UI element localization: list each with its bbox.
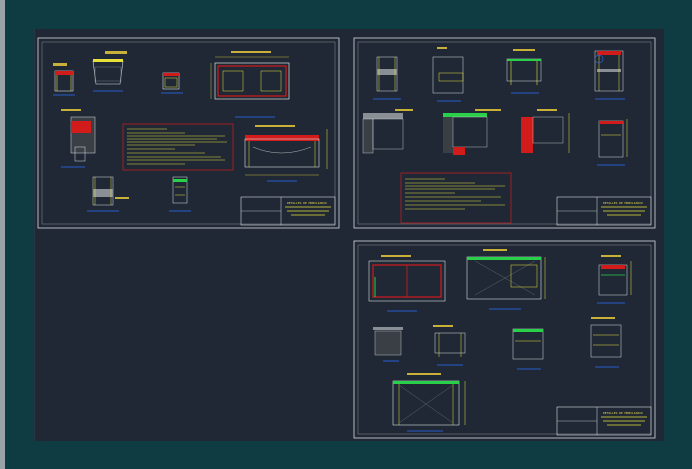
title-block-2-title: DETALLES DE MOBILIARIO bbox=[603, 201, 643, 205]
detail-frame-elevation-3 bbox=[392, 373, 466, 432]
detail-cabinet-small bbox=[161, 72, 183, 94]
detail-sink-section bbox=[92, 51, 127, 92]
detail-table-section bbox=[244, 125, 328, 182]
detail-wall-section bbox=[61, 109, 96, 168]
specification-notes-box-2 bbox=[400, 172, 512, 224]
title-block-sheet-3: DETALLES DE MOBILIARIO bbox=[556, 406, 652, 436]
detail-chair-front bbox=[373, 56, 401, 100]
layout-sheet-2[interactable]: DETALLES DE MOBILIARIO bbox=[353, 37, 656, 229]
detail-shelf-elevation bbox=[169, 176, 191, 212]
specification-notes-box bbox=[122, 123, 234, 171]
window-left-edge bbox=[0, 0, 5, 469]
cad-model-viewport[interactable]: DETALLES DE MOBILIARIO DETALLES DE MOBIL… bbox=[34, 29, 664, 441]
detail-chair-elevation bbox=[53, 63, 75, 96]
title-block-sheet-1: DETALLES DE MOBILIARIO bbox=[240, 196, 336, 226]
detail-cabinet-elevation-3 bbox=[466, 249, 546, 310]
detail-counter-plan-3 bbox=[368, 255, 446, 312]
detail-section-a3 bbox=[373, 327, 403, 362]
detail-desk-elevation bbox=[506, 49, 542, 94]
detail-wall-section-c bbox=[521, 109, 570, 153]
detail-rack-3 bbox=[590, 317, 622, 368]
detail-shelf-unit-3 bbox=[597, 255, 632, 304]
detail-counter-plan bbox=[210, 51, 290, 118]
title-block-sheet-2: DETALLES DE MOBILIARIO bbox=[556, 196, 652, 226]
detail-bunk-elevation bbox=[594, 50, 625, 100]
detail-cabinet-side bbox=[597, 119, 628, 166]
detail-stool-elevation bbox=[87, 176, 129, 212]
drawing-canvas[interactable]: DETALLES DE MOBILIARIO DETALLES DE MOBIL… bbox=[35, 29, 664, 441]
detail-chair-side bbox=[432, 47, 464, 102]
layout-sheet-3[interactable]: DETALLES DE MOBILIARIO bbox=[353, 240, 656, 439]
layout-sheet-1[interactable]: DETALLES DE MOBILIARIO bbox=[37, 37, 340, 229]
detail-cabinet-3 bbox=[512, 328, 544, 370]
detail-wall-section-a bbox=[362, 109, 413, 154]
detail-wall-section-b bbox=[443, 109, 501, 155]
title-block-3-title: DETALLES DE MOBILIARIO bbox=[603, 411, 643, 415]
title-block-1-title: DETALLES DE MOBILIARIO bbox=[287, 201, 327, 205]
detail-chair-side-3 bbox=[433, 325, 466, 366]
